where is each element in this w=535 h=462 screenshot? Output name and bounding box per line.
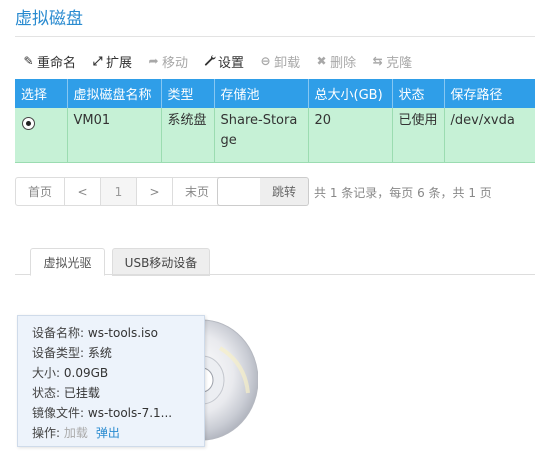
toolbar: ✎ 重命名 ⤢ 扩展 ➦ 移动 设置 ⊖ 卸载 ✖ 删除 ⇆ 克隆 <box>22 52 427 71</box>
delete-button[interactable]: ✖ 删除 <box>315 52 357 71</box>
prev-page-button[interactable]: < <box>64 177 101 206</box>
col-header-status: 状态 <box>392 79 445 108</box>
clone-icon: ⇆ <box>372 54 383 68</box>
image-file-value: ws-tools-7.1... <box>87 406 173 420</box>
storage-pool-cell: Share-Storage <box>214 108 309 163</box>
move-button[interactable]: ➦ 移动 <box>147 52 189 71</box>
device-name-row: 设备名称: ws-tools.iso <box>32 326 158 340</box>
status-row: 状态: 已挂载 <box>32 386 100 400</box>
load-link[interactable]: 加载 <box>64 426 88 440</box>
col-header-type: 类型 <box>161 79 215 108</box>
expand-icon: ⤢ <box>92 53 103 68</box>
status-cell: 已使用 <box>392 108 445 163</box>
unmount-button[interactable]: ⊖ 卸载 <box>259 52 301 71</box>
first-page-button[interactable]: 首页 <box>15 177 65 206</box>
device-type-value: 系统 <box>87 346 112 360</box>
title-divider <box>15 36 535 37</box>
col-header-size: 总大小(GB) <box>308 79 393 108</box>
operations-row: 操作: 加载 弹出 <box>32 426 120 440</box>
eject-link[interactable]: 弹出 <box>96 426 120 440</box>
wrench-icon <box>203 54 216 69</box>
last-page-button[interactable]: 末页 <box>172 177 222 206</box>
size-row: 大小: 0.09GB <box>32 366 109 380</box>
image-file-row: 镜像文件: ws-tools-7.1... <box>32 406 173 420</box>
jump-button[interactable]: 跳转 <box>260 177 309 206</box>
pencil-icon: ✎ <box>23 54 34 68</box>
jump-page-input[interactable] <box>217 177 261 206</box>
pagination-info: 共 1 条记录，每页 6 条，共 1 页 <box>314 186 492 200</box>
cdrom-info-card: 设备名称: ws-tools.iso 设备类型: 系统 大小: 0.09GB 状… <box>17 315 205 447</box>
size-value: 0.09GB <box>63 366 109 380</box>
settings-button[interactable]: 设置 <box>203 52 244 71</box>
select-cell <box>15 108 68 163</box>
pagination: 首页 < 1 > 末页 <box>15 177 222 206</box>
tab-virtual-cdrom[interactable]: 虚拟光驱 <box>30 248 105 276</box>
disk-table: 选择 虚拟磁盘名称 类型 存储池 总大小(GB) 状态 保存路径 VM01 系统… <box>15 79 535 163</box>
close-icon: ✖ <box>316 54 327 68</box>
col-header-path: 保存路径 <box>444 79 535 108</box>
table-header-row: 选择 虚拟磁盘名称 类型 存储池 总大小(GB) 状态 保存路径 <box>15 79 535 108</box>
path-cell: /dev/xvda <box>444 108 535 163</box>
rename-button[interactable]: ✎ 重命名 <box>22 52 76 71</box>
device-name-value: ws-tools.iso <box>87 326 158 340</box>
col-header-name: 虚拟磁盘名称 <box>67 79 162 108</box>
disk-name-cell: VM01 <box>67 108 162 163</box>
clone-button[interactable]: ⇆ 克隆 <box>371 52 413 71</box>
expand-button[interactable]: ⤢ 扩展 <box>91 52 132 71</box>
current-page[interactable]: 1 <box>100 177 137 206</box>
col-header-select: 选择 <box>15 79 68 108</box>
device-type-row: 设备类型: 系统 <box>32 346 112 360</box>
table-row[interactable]: VM01 系统盘 Share-Storage 20 已使用 /dev/xvda <box>15 108 535 163</box>
page-title: 虚拟磁盘 <box>15 9 83 29</box>
minus-circle-icon: ⊖ <box>260 54 271 68</box>
disk-type-cell: 系统盘 <box>161 108 215 163</box>
col-header-pool: 存储池 <box>214 79 309 108</box>
tab-usb-device[interactable]: USB移动设备 <box>112 248 210 276</box>
row-radio[interactable] <box>22 117 35 130</box>
next-page-button[interactable]: > <box>136 177 173 206</box>
size-cell: 20 <box>308 108 393 163</box>
move-arrow-icon: ➦ <box>148 54 159 68</box>
status-value: 已挂载 <box>63 386 100 400</box>
